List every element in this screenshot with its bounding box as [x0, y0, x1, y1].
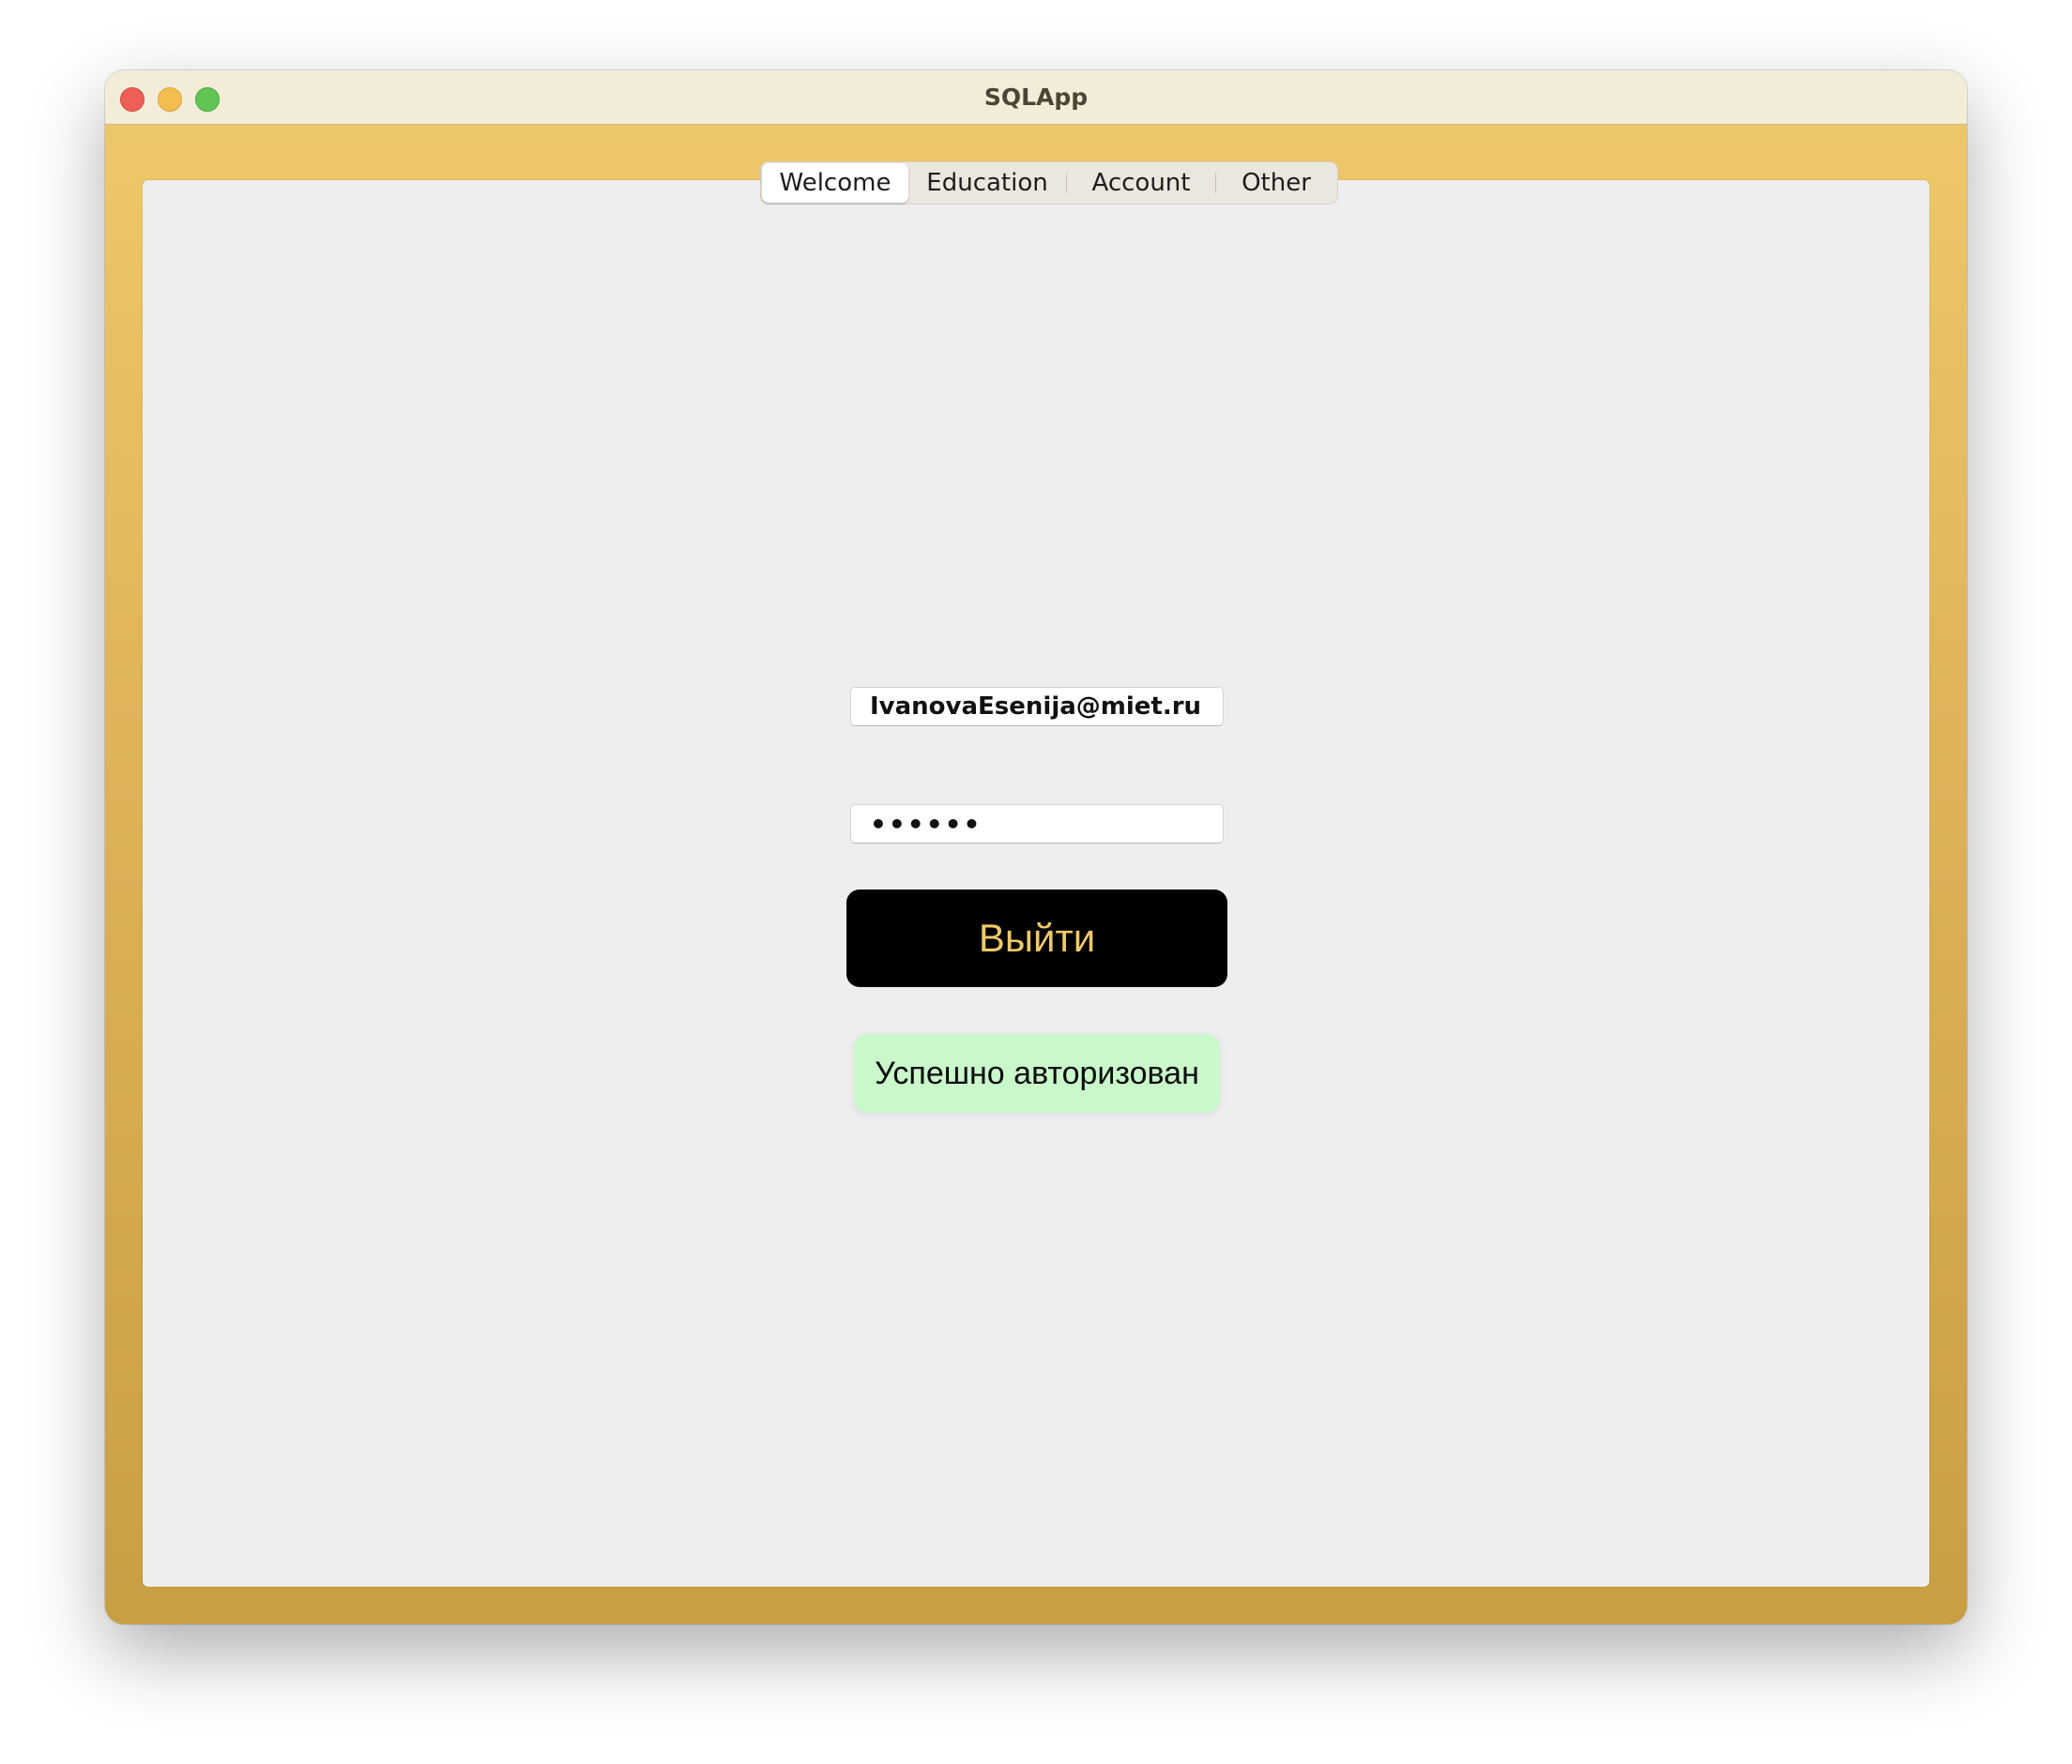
tab-account[interactable]: Account — [1067, 163, 1215, 203]
tab-bar: Welcome Education Account Other — [760, 161, 1338, 205]
title-bar[interactable]: SQLApp — [105, 70, 1967, 125]
tab-welcome[interactable]: Welcome — [762, 163, 908, 203]
logout-button[interactable]: Выйти — [846, 890, 1227, 987]
password-field[interactable]: •••••• — [850, 804, 1224, 844]
status-badge: Успешно авторизован — [854, 1034, 1220, 1113]
tab-other[interactable]: Other — [1216, 163, 1336, 203]
content-panel — [143, 180, 1929, 1587]
app-window: SQLApp Welcome Education Account Other I… — [105, 70, 1967, 1624]
email-field[interactable]: IvanovaEsenija@miet.ru — [850, 687, 1224, 726]
window-title: SQLApp — [983, 84, 1089, 111]
tab-education[interactable]: Education — [908, 163, 1066, 203]
